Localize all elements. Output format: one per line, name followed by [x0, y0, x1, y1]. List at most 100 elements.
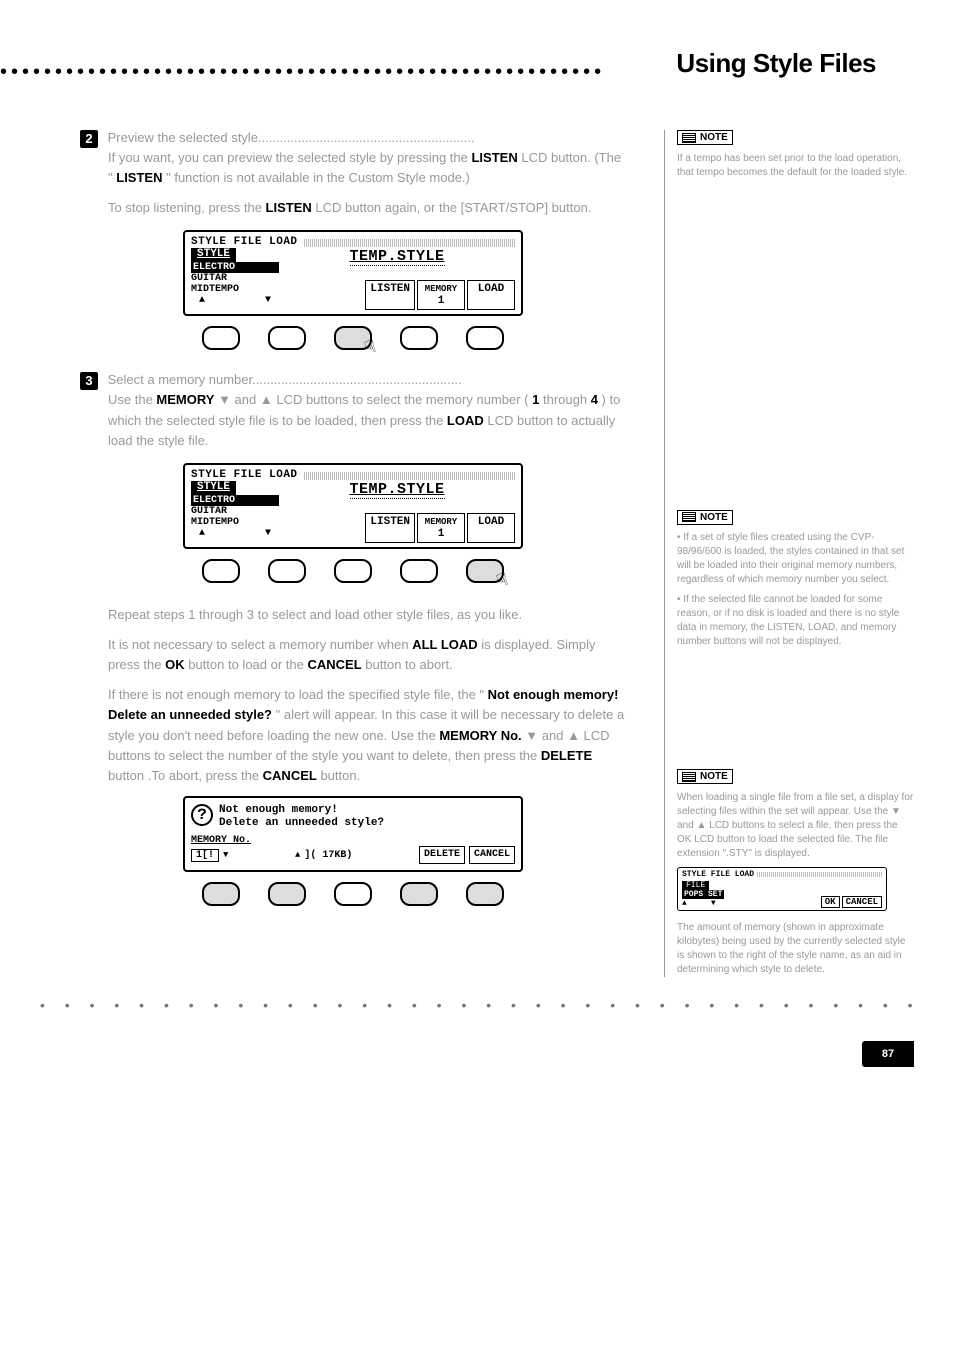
hw-button-b2[interactable] [268, 559, 306, 583]
step2-listen-1: LISTEN [471, 150, 517, 165]
note-text-2b: • If the selected file cannot be loaded … [677, 593, 914, 649]
mini-file-header: FILE [682, 881, 709, 890]
lcd-style-2: GUITAR [191, 273, 279, 284]
note-icon-3 [682, 772, 696, 782]
note-badge-3: NOTE [677, 769, 733, 784]
note-label-3: NOTE [700, 771, 728, 782]
s3-memory: MEMORY [156, 392, 214, 407]
lcd-load-button[interactable]: LOAD [467, 280, 515, 310]
allload-b: ALL LOAD [412, 637, 477, 652]
note-text-3a: When loading a single file from a file s… [677, 791, 914, 861]
note-icon [682, 133, 696, 143]
s3-t2: ▼ and ▲ LCD buttons to select the memory… [218, 392, 528, 407]
step2-listen-2: LISTEN [116, 170, 162, 185]
note-icon-2 [682, 512, 696, 522]
lcd-memory-label: MEMORY [422, 283, 460, 295]
finger-icon-2: ☟ [494, 569, 511, 592]
finger-icon: ☟ [362, 336, 379, 359]
hw-button-4[interactable] [400, 326, 438, 350]
hw-button-c5[interactable] [466, 882, 504, 906]
warn-line2: Delete an unneeded style? [219, 817, 384, 829]
warn-delete-button[interactable]: DELETE [419, 846, 465, 864]
lcd-tempstyle: TEMP.STYLE [350, 248, 445, 266]
warn-a: If there is not enough memory to load th… [108, 687, 484, 702]
warn-size: ]( 17KB) [304, 850, 352, 861]
hw-button-b3[interactable] [334, 559, 372, 583]
header-dot-rule: ••••••••••••••••••••••••••••••••••••••••… [0, 62, 660, 82]
step-2-heading: Preview the selected style..............… [108, 130, 475, 145]
allload-d: button to load or the [188, 657, 307, 672]
s3-load: LOAD [447, 413, 484, 428]
warn-e: button .To abort, press the [108, 768, 263, 783]
allload-e: button to abort. [365, 657, 452, 672]
page-title: Using Style Files [676, 48, 876, 79]
step2-p1c: " function is not available in the Custo… [166, 170, 470, 185]
hw-button-c4[interactable] [400, 882, 438, 906]
lcd-style-3: MIDTEMPO [191, 284, 279, 295]
lcd-tempstyle-2: TEMP.STYLE [350, 481, 445, 499]
footer-dot-rule: • • • • • • • • • • • • • • • • • • • • … [40, 997, 914, 1013]
delete-b: DELETE [541, 748, 592, 763]
warn-f: button. [320, 768, 360, 783]
lcd-load-button-2[interactable]: LOAD [467, 513, 515, 543]
s3-4: 4 [591, 392, 598, 407]
hw-button-b1[interactable] [202, 559, 240, 583]
cancel-b: CANCEL [307, 657, 361, 672]
step2-p2a: To stop listening, press the [108, 200, 266, 215]
lcd-mini-screen: STYLE FILE LOAD FILE POPS SET ▲▼ OK CANC… [677, 867, 887, 911]
lcd-style-3b: MIDTEMPO [191, 517, 279, 528]
hw-button-b5-pressed[interactable]: ☟ [466, 559, 504, 583]
lcd-arrow-up-icon-2: ▲ [199, 528, 205, 539]
mini-cancel-button[interactable]: CANCEL [842, 896, 882, 908]
cancel2-b: CANCEL [263, 768, 317, 783]
hw-button-5[interactable] [466, 326, 504, 350]
step2-p2b: LCD button again, or the [START/STOP] bu… [315, 200, 591, 215]
hw-button-1[interactable] [202, 326, 240, 350]
lcd-memory-button-2[interactable]: MEMORY 1 [417, 513, 465, 543]
lcd-arrow-up-icon: ▲ [199, 295, 205, 306]
mini-file-name: POPS SET [682, 890, 724, 899]
warn-line1: Not enough memory! [219, 804, 338, 816]
step2-p1a: If you want, you can preview the selecte… [108, 150, 471, 165]
allload-a: It is not necessary to select a memory n… [108, 637, 412, 652]
s3-1: 1 [532, 392, 539, 407]
lcd-style-1: ELECTRO [191, 262, 279, 273]
lcd-listen-button[interactable]: LISTEN [365, 280, 415, 310]
hw-button-c3[interactable] [334, 882, 372, 906]
lcd-memory-button[interactable]: MEMORY 1 [417, 280, 465, 310]
lcd-tape-2 [304, 472, 515, 480]
lcd-title: STYLE FILE LOAD [191, 236, 298, 248]
hw-button-2[interactable] [268, 326, 306, 350]
hardware-button-row-1: ☟ [80, 326, 626, 350]
page-number: 87 [862, 1041, 914, 1067]
warn-cancel-button[interactable]: CANCEL [469, 846, 515, 864]
lcd-arrow-down-icon: ▼ [265, 295, 271, 306]
lcd-tape [304, 239, 515, 247]
hw-button-b4[interactable] [400, 559, 438, 583]
lcd-style-2b: GUITAR [191, 506, 279, 517]
step-3-number: 3 [80, 372, 98, 390]
lcd-screen-step2: STYLE FILE LOAD STYLE ELECTRO GUITAR MID… [183, 230, 523, 316]
hw-button-c1[interactable] [202, 882, 240, 906]
lcd-arrow-down-icon-2: ▼ [265, 528, 271, 539]
lcd-style-1b: ELECTRO [191, 495, 279, 506]
hw-button-3-pressed[interactable]: ☟ [334, 326, 372, 350]
hardware-button-row-2: ☟ [80, 559, 626, 583]
lcd-memory-label-2: MEMORY [422, 516, 460, 528]
step-2-number: 2 [80, 130, 98, 148]
lcd-warning-screen: ? Not enough memory! Delete an unneeded … [183, 796, 523, 872]
mini-title: STYLE FILE LOAD [682, 870, 754, 879]
note-text-1: If a tempo has been set prior to the loa… [677, 152, 914, 180]
note-text-2a: • If a set of style files created using … [677, 531, 914, 587]
lcd-listen-button-2[interactable]: LISTEN [365, 513, 415, 543]
note-badge-2: NOTE [677, 510, 733, 525]
lcd-style-header-2: STYLE [191, 481, 236, 495]
lcd-title-2: STYLE FILE LOAD [191, 469, 298, 481]
lcd-style-header: STYLE [191, 248, 236, 262]
note-label-1: NOTE [700, 132, 728, 143]
note-label-2: NOTE [700, 512, 728, 523]
step-3-heading: Select a memory number..................… [108, 372, 462, 387]
ok-b: OK [165, 657, 185, 672]
mini-ok-button[interactable]: OK [821, 896, 840, 908]
hw-button-c2[interactable] [268, 882, 306, 906]
